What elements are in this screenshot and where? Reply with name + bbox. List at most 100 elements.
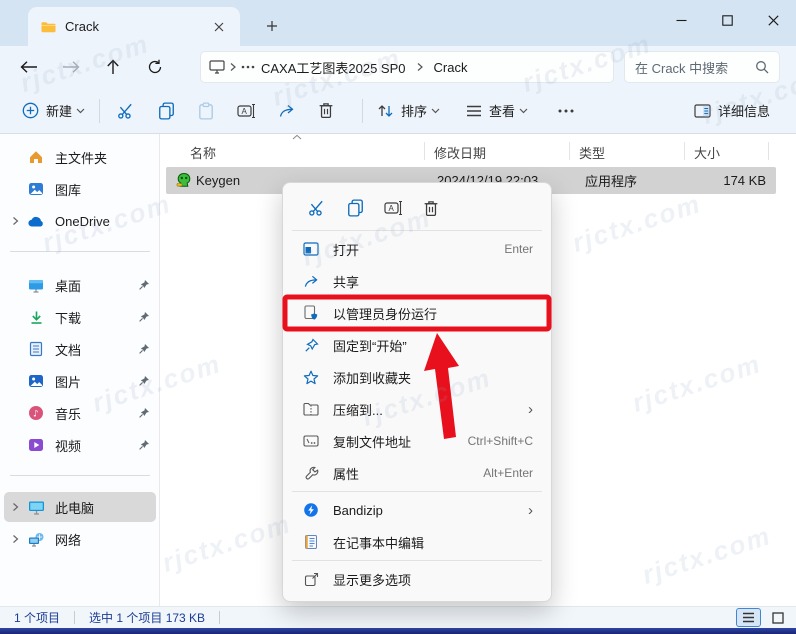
cut-button[interactable] <box>298 192 336 224</box>
chevron-right-icon[interactable] <box>4 502 26 512</box>
column-header-size[interactable]: 大小 <box>694 140 720 164</box>
chevron-right-icon[interactable] <box>4 216 26 226</box>
videos-icon <box>26 437 46 453</box>
file-name: Keygen <box>196 173 241 188</box>
menu-item-label: 打开 <box>333 242 360 258</box>
delete-button[interactable] <box>306 93 346 129</box>
column-header-modified[interactable]: 修改日期 <box>434 140 486 164</box>
back-icon[interactable] <box>12 50 46 84</box>
details-view-toggle[interactable] <box>736 608 761 627</box>
submenu-chevron-icon: › <box>528 400 533 418</box>
sidebar-item-music[interactable]: ♪ 音乐 <box>4 398 156 428</box>
pin-icon <box>132 311 156 323</box>
menu-item-add-to-favorites[interactable]: 添加到收藏夹 <box>288 361 546 393</box>
sidebar-item-gallery[interactable]: 图库 <box>4 174 156 204</box>
copy-icon <box>347 199 363 217</box>
breadcrumb-current[interactable]: Crack <box>428 60 474 75</box>
copy-button[interactable] <box>336 192 374 224</box>
large-icons-view-toggle[interactable] <box>765 608 790 627</box>
minimize-button[interactable] <box>658 0 704 40</box>
svg-text:A: A <box>388 204 394 213</box>
sidebar-item-onedrive[interactable]: OneDrive <box>4 206 156 236</box>
music-icon: ♪ <box>26 405 46 421</box>
paste-button[interactable] <box>186 93 226 129</box>
menu-item-edit-in-notepad[interactable]: 在记事本中编辑 <box>288 526 546 558</box>
menu-shortcut: Alt+Enter <box>483 466 533 480</box>
menu-item-pin-to-start[interactable]: 固定到“开始” <box>288 329 546 361</box>
menu-item-copy-file-path[interactable]: 复制文件地址 Ctrl+Shift+C <box>288 425 546 457</box>
menu-item-label: 固定到“开始” <box>333 338 407 354</box>
sidebar-item-videos[interactable]: 视频 <box>4 430 156 460</box>
new-button[interactable]: 新建 <box>14 93 93 129</box>
details-pane-button[interactable]: 详细信息 <box>686 93 782 129</box>
menu-item-label: 在记事本中编辑 <box>333 535 425 551</box>
share-button[interactable] <box>266 93 306 129</box>
menu-item-properties[interactable]: 属性 Alt+Enter <box>288 457 546 489</box>
breadcrumb-parent[interactable]: CAXA工艺图表2025 SP0 <box>255 58 412 77</box>
sidebar-item-label: OneDrive <box>55 213 110 229</box>
menu-item-share[interactable]: 共享 <box>288 265 546 297</box>
sidebar-item-home[interactable]: 主文件夹 <box>4 142 156 172</box>
close-button[interactable] <box>750 0 796 40</box>
menu-item-open[interactable]: 打开 Enter <box>288 233 546 265</box>
sidebar-item-label: 主文件夹 <box>55 150 108 166</box>
tab-title: Crack <box>65 19 99 34</box>
breadcrumb-chevron-icon <box>229 62 237 72</box>
view-button[interactable]: 查看 <box>458 93 536 129</box>
column-header-name[interactable]: 名称 <box>190 140 216 164</box>
menu-item-bandizip[interactable]: Bandizip › <box>288 494 546 526</box>
download-icon <box>26 310 46 325</box>
clipboard-icon <box>199 102 213 120</box>
search-input[interactable]: 在 Crack 中搜索 <box>624 51 780 83</box>
tab-crack[interactable]: Crack <box>28 7 240 46</box>
bottom-edge-strip <box>0 628 796 634</box>
pin-icon <box>132 439 156 451</box>
search-icon[interactable] <box>755 60 769 74</box>
admin-shield-icon <box>301 305 321 321</box>
zip-folder-icon <box>301 402 321 416</box>
sort-button[interactable]: 排序 <box>369 93 448 129</box>
new-tab-button[interactable] <box>258 12 286 40</box>
menu-item-label: 以管理员身份运行 <box>333 306 438 322</box>
sort-ascending-icon <box>292 134 302 140</box>
sidebar-item-desktop[interactable]: 桌面 <box>4 270 156 300</box>
notepad-icon <box>301 534 321 550</box>
open-window-icon <box>301 242 321 256</box>
delete-button[interactable] <box>412 192 450 224</box>
share-icon <box>301 274 321 289</box>
sidebar-item-downloads[interactable]: 下载 <box>4 302 156 332</box>
copy-button[interactable] <box>146 93 186 129</box>
menu-item-compress-to[interactable]: 压缩到... › <box>288 393 546 425</box>
cut-button[interactable] <box>106 93 146 129</box>
sidebar-item-network[interactable]: 网络 <box>4 524 156 554</box>
rename-button[interactable]: A <box>226 93 266 129</box>
sidebar-item-pictures[interactable]: 图片 <box>4 366 156 396</box>
details-pane-icon <box>694 103 711 118</box>
pin-icon <box>132 343 156 355</box>
copy-path-icon <box>301 434 321 448</box>
sidebar-item-label: 此电脑 <box>55 500 95 516</box>
maximize-button[interactable] <box>704 0 750 40</box>
menu-item-run-as-admin[interactable]: 以管理员身份运行 <box>288 297 546 329</box>
rename-icon: A <box>236 103 255 118</box>
wrench-icon <box>301 466 321 481</box>
chevron-down-icon <box>431 108 440 113</box>
tab-close-icon[interactable] <box>208 16 230 38</box>
forward-icon[interactable] <box>54 50 88 84</box>
sidebar-item-documents[interactable]: 文档 <box>4 334 156 364</box>
see-more-button[interactable] <box>546 93 586 129</box>
menu-item-label: 显示更多选项 <box>333 572 412 588</box>
show-more-icon <box>301 572 321 587</box>
chevron-right-icon[interactable] <box>4 534 26 544</box>
gallery-icon <box>26 181 46 197</box>
rename-icon: A <box>383 200 402 216</box>
column-header-type[interactable]: 类型 <box>579 140 605 164</box>
chevron-down-icon <box>76 108 85 113</box>
menu-item-show-more-options[interactable]: 显示更多选项 <box>288 563 546 595</box>
rename-button[interactable]: A <box>374 192 412 224</box>
refresh-icon[interactable] <box>138 50 172 84</box>
sidebar-item-this-pc[interactable]: 此电脑 <box>4 492 156 522</box>
breadcrumb-overflow-icon[interactable] <box>241 65 255 69</box>
up-icon[interactable] <box>96 50 130 84</box>
address-bar[interactable]: CAXA工艺图表2025 SP0 Crack <box>200 51 614 83</box>
